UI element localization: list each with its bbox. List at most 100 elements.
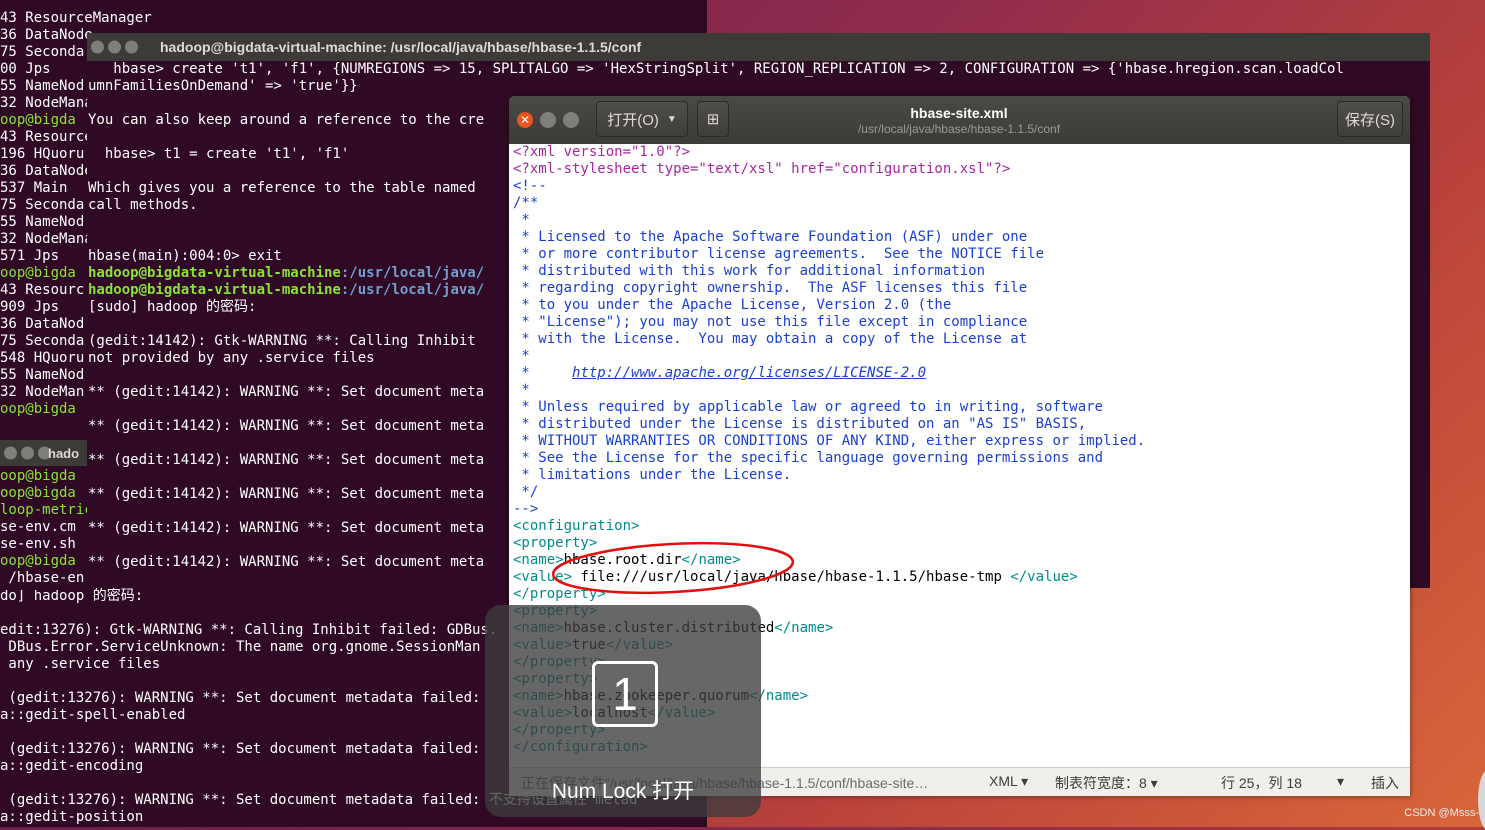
xml-text: * xyxy=(513,382,530,398)
terminal-line: se-env.cm xyxy=(0,519,76,535)
xml-text: <?xml-stylesheet type="text/xsl" href="c… xyxy=(513,161,1011,177)
terminal-small-titlebar[interactable]: hado xyxy=(0,440,90,466)
xml-text: --> xyxy=(513,501,539,517)
minimize-icon[interactable] xyxy=(540,112,556,128)
terminal-line: 43 ResourceManager xyxy=(0,10,152,26)
xml-text: * distributed under the License is distr… xyxy=(513,416,1087,432)
editor-line: <?xml version="1.0"?> xyxy=(513,144,1410,161)
xml-text: </property> xyxy=(513,586,606,602)
editor-line: * xyxy=(513,348,1410,365)
tab-width-selector[interactable]: 制表符宽度：8 ▾ xyxy=(1055,773,1158,793)
insert-mode[interactable]: 插入 xyxy=(1371,773,1399,793)
terminal-line: oop@bigda xyxy=(0,468,76,484)
editor-line: <value> file:///usr/local/java/hbase/hba… xyxy=(513,569,1410,586)
editor-line: * regarding copyright ownership. The ASF… xyxy=(513,280,1410,297)
editor-line: </property> xyxy=(513,586,1410,603)
xml-text: * xyxy=(513,365,573,381)
chevron-down-icon: ▼ xyxy=(666,113,677,125)
terminal-small-output: oop@bigda oop@bigda loop-metric se-env.cm se… xyxy=(0,468,90,587)
editor-line: * distributed under the License is distr… xyxy=(513,416,1410,433)
desktop-icon-fragment xyxy=(1478,770,1485,830)
numlock-key-icon: 1 xyxy=(592,661,658,727)
close-icon[interactable]: ✕ xyxy=(517,112,533,128)
xml-token: </value> xyxy=(1010,569,1078,585)
close-icon[interactable] xyxy=(91,40,104,54)
open-button[interactable]: 打开(O) ▼ xyxy=(596,101,688,137)
close-icon[interactable] xyxy=(4,446,17,460)
xml-token: <value> xyxy=(513,569,573,585)
terminal-title: hadoop@bigdata-virtual-machine: /usr/loc… xyxy=(160,39,642,55)
terminal-line: se-env.sh xyxy=(0,536,76,552)
terminal-line: /hbase-en xyxy=(0,570,85,586)
xml-text: <?xml version="1.0"?> xyxy=(513,144,691,160)
editor-line: * or more contributor license agreements… xyxy=(513,246,1410,263)
language-selector[interactable]: XML ▾ xyxy=(989,773,1028,790)
xml-token: </name> xyxy=(681,552,741,568)
numlock-osd: 1 Num Lock 打开 xyxy=(485,605,761,817)
maximize-icon[interactable] xyxy=(563,112,579,128)
xml-text: <!-- xyxy=(513,178,547,194)
editor-line: * See the License for the specific langu… xyxy=(513,450,1410,467)
maximize-icon[interactable] xyxy=(125,40,138,54)
terminal-line: loop-metric xyxy=(0,502,90,518)
terminal-small-title: hado xyxy=(48,446,80,461)
editor-line: --> xyxy=(513,501,1410,518)
editor-line: * limitations under the License. xyxy=(513,467,1410,484)
editor-line: <configuration> xyxy=(513,518,1410,535)
editor-line: * http://www.apache.org/licenses/LICENSE… xyxy=(513,365,1410,382)
xml-text: <configuration> xyxy=(513,518,640,534)
xml-text: * See the License for the specific langu… xyxy=(513,450,1104,466)
editor-line: * Licensed to the Apache Software Founda… xyxy=(513,229,1410,246)
xml-text: * WITHOUT WARRANTIES OR CONDITIONS OF AN… xyxy=(513,433,1146,449)
editor-line: * xyxy=(513,212,1410,229)
editor-line: <name>hbase.root.dir</name> xyxy=(513,552,1410,569)
xml-token: hbase.root.dir xyxy=(563,552,682,568)
xml-token: file:///usr/local/java/hbase/hbase-1.1.5… xyxy=(572,569,1011,585)
editor-line: * "License"); you may not use this file … xyxy=(513,314,1410,331)
terminal-window-small[interactable]: hado oop@bigda oop@bigda loop-metric se-env… xyxy=(0,440,90,590)
watermark: CSDN @Msss- xyxy=(1404,807,1479,819)
xml-text: * Unless required by applicable law or a… xyxy=(513,399,1104,415)
editor-line: * to you under the Apache License, Versi… xyxy=(513,297,1410,314)
xml-text: /** xyxy=(513,195,539,211)
minimize-icon[interactable] xyxy=(21,446,34,460)
new-tab-button[interactable]: ⊞ xyxy=(697,101,729,137)
editor-line: <?xml-stylesheet type="text/xsl" href="c… xyxy=(513,161,1410,178)
chevron-down-icon[interactable]: ▾ xyxy=(1337,773,1344,790)
editor-line: * WITHOUT WARRANTIES OR CONDITIONS OF AN… xyxy=(513,433,1410,450)
minimize-icon[interactable] xyxy=(108,40,121,54)
xml-text: * limitations under the License. xyxy=(513,467,792,483)
xml-text: * "License"); you may not use this file … xyxy=(513,314,1028,330)
gedit-headerbar[interactable]: ✕ 打开(O) ▼ ⊞ hbase-site.xml /usr/local/ja… xyxy=(509,96,1410,144)
cursor-position: 行 25，列 18 xyxy=(1221,775,1302,791)
terminal-line: oop@bigda xyxy=(0,485,76,501)
xml-text: * with the License. You may obtain a cop… xyxy=(513,331,1028,347)
editor-line: /** xyxy=(513,195,1410,212)
editor-line: * distributed with this work for additio… xyxy=(513,263,1410,280)
xml-text: * regarding copyright ownership. The ASF… xyxy=(513,280,1028,296)
xml-token: <name> xyxy=(513,552,564,568)
osd-label: Num Lock 打开 xyxy=(551,780,695,803)
license-link[interactable]: http://www.apache.org/licenses/LICENSE-2… xyxy=(572,365,926,381)
editor-line: * Unless required by applicable law or a… xyxy=(513,399,1410,416)
new-document-icon: ⊞ xyxy=(706,111,720,128)
terminal-line: hbase> create 't1', 'f1', {NUMREGIONS =>… xyxy=(88,61,1344,77)
terminal-titlebar[interactable]: hadoop@bigdata-virtual-machine: /usr/loc… xyxy=(87,33,1430,61)
editor-line: <!-- xyxy=(513,178,1410,195)
xml-text: * distributed with this work for additio… xyxy=(513,263,986,279)
xml-text: * xyxy=(513,348,530,364)
document-title: hbase-site.xml xyxy=(910,105,1008,121)
xml-token: </name> xyxy=(774,620,834,636)
editor-line: */ xyxy=(513,484,1410,501)
terminal-line: umnFamiliesOnDemand' => 'true'}} xyxy=(88,78,358,94)
save-button[interactable]: 保存(S) xyxy=(1337,101,1403,137)
editor-line: * with the License. You may obtain a cop… xyxy=(513,331,1410,348)
xml-text: * or more contributor license agreements… xyxy=(513,246,1045,262)
editor-line: <property> xyxy=(513,535,1410,552)
xml-text: * to you under the Apache License, Versi… xyxy=(513,297,952,313)
xml-text: <property> xyxy=(513,535,598,551)
xml-text: */ xyxy=(513,484,539,500)
xml-text: * Licensed to the Apache Software Founda… xyxy=(513,229,1028,245)
xml-text: * xyxy=(513,212,530,228)
editor-line: * xyxy=(513,382,1410,399)
